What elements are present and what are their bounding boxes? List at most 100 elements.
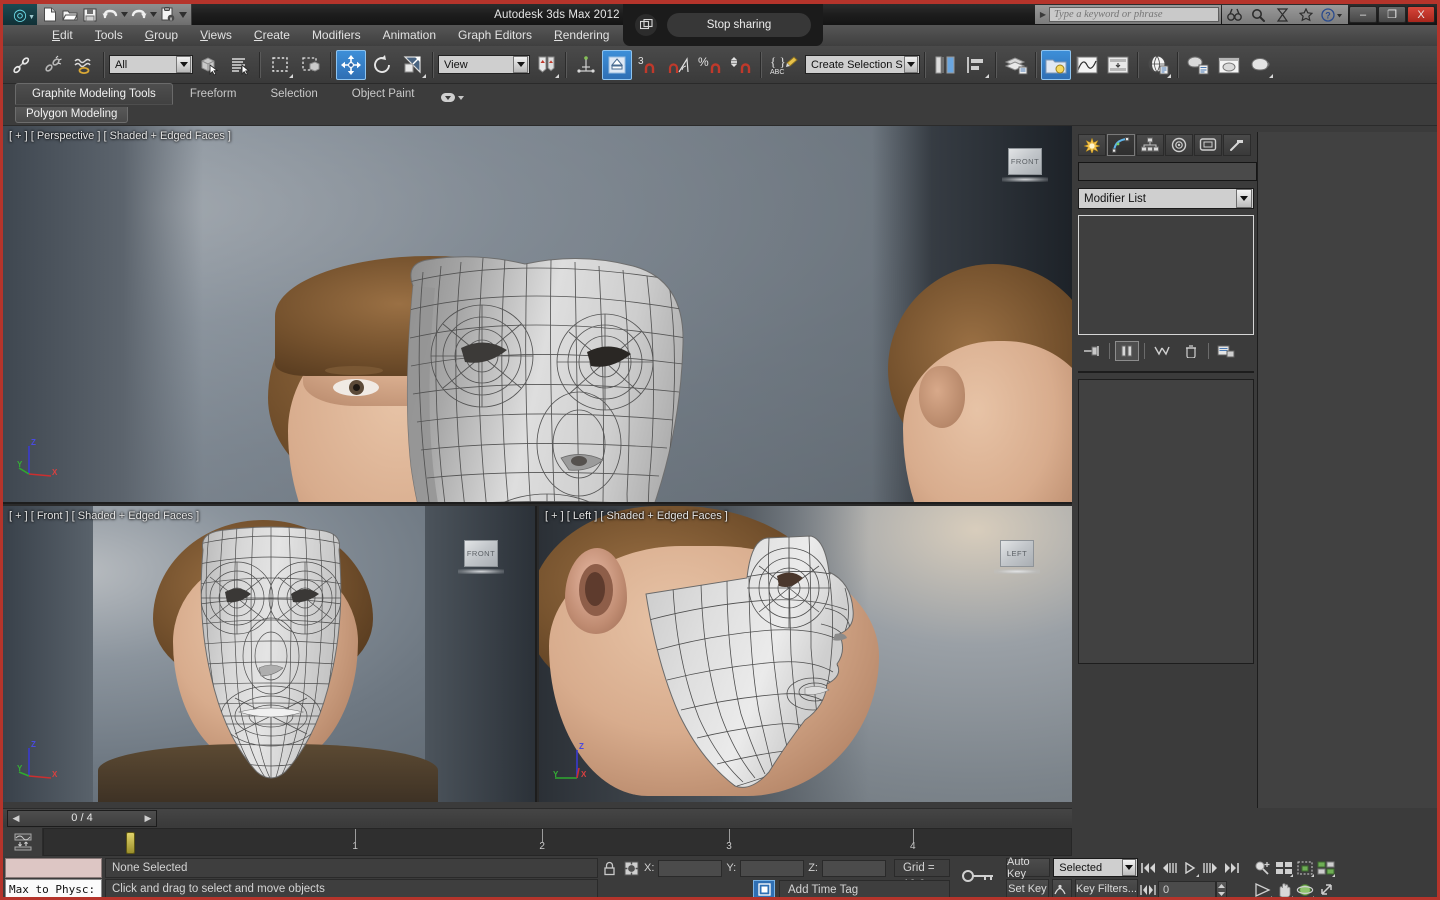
render-production-button[interactable]	[1245, 50, 1275, 80]
qat-customize[interactable]	[178, 6, 188, 24]
angle-snap-2-button[interactable]	[664, 50, 694, 80]
y-coordinate-input[interactable]	[740, 859, 805, 877]
viewport-label-front[interactable]: [ + ] [ Front ] [ Shaded + Edged Faces ]	[9, 510, 199, 522]
menu-graph-editors[interactable]: Graph Editors	[447, 25, 543, 46]
maximize-button[interactable]: ❐	[1378, 6, 1406, 23]
reference-coordinate-system-combo[interactable]: View	[438, 55, 530, 74]
viewcube-left[interactable]: LEFT	[994, 540, 1040, 580]
rectangular-selection-region-button[interactable]	[265, 50, 295, 80]
key-mode-icon[interactable]	[961, 868, 995, 889]
viewcube-face-label[interactable]: LEFT	[1000, 540, 1034, 567]
viewcube-face-label[interactable]: FRONT	[464, 540, 498, 567]
next-frame-button[interactable]	[1201, 858, 1221, 878]
menu-animation[interactable]: Animation	[372, 25, 447, 46]
pan-view-button[interactable]	[1274, 880, 1294, 897]
select-and-scale-button[interactable]	[398, 50, 428, 80]
named-selection-sets-combo[interactable]: Create Selection Se	[805, 55, 920, 74]
tab-graphite-modeling-tools[interactable]: Graphite Modeling Tools	[15, 83, 173, 105]
time-slider-track[interactable]	[157, 810, 1072, 827]
key-mode-toggle-button[interactable]	[1138, 880, 1158, 897]
toggle-scene-explorer-button[interactable]	[1041, 49, 1071, 80]
chevron-right-icon[interactable]: ▶	[1037, 10, 1049, 19]
minimize-button[interactable]: –	[1349, 6, 1377, 23]
schematic-view-button[interactable]	[1103, 50, 1133, 80]
previous-frame-button[interactable]	[1159, 858, 1179, 878]
mirror-button[interactable]	[930, 50, 960, 80]
chevron-down-icon[interactable]	[1236, 189, 1252, 208]
modifier-stack-list[interactable]	[1078, 215, 1254, 335]
chevron-down-icon[interactable]	[903, 56, 918, 73]
auto-key-button[interactable]: Auto Key	[1006, 856, 1051, 880]
pin-stack-button[interactable]	[1080, 341, 1104, 361]
selection-filter-combo[interactable]: All	[109, 55, 193, 74]
tab-object-paint[interactable]: Object Paint	[335, 83, 432, 105]
set-key-arc-icon[interactable]	[1051, 879, 1072, 897]
magnifier-icon[interactable]	[1246, 5, 1270, 24]
display-tab[interactable]	[1194, 134, 1222, 156]
menu-modifiers[interactable]: Modifiers	[301, 25, 372, 46]
key-filter-set-combo[interactable]: Selected	[1053, 858, 1138, 877]
set-key-button[interactable]: Set Key	[1006, 879, 1049, 897]
zoom-all-button[interactable]	[1274, 858, 1294, 878]
select-and-manipulate-button[interactable]	[571, 50, 601, 80]
tab-freeform[interactable]: Freeform	[173, 83, 254, 105]
viewcube-face-label[interactable]: FRONT	[1008, 148, 1042, 175]
percent-snap-toggle-button[interactable]: %	[695, 50, 725, 80]
close-button[interactable]: X	[1407, 6, 1435, 23]
select-object-button[interactable]	[194, 50, 224, 80]
rollout-container[interactable]	[1078, 379, 1254, 664]
absolute-relative-icon[interactable]	[622, 859, 640, 877]
orbit-button[interactable]	[1295, 880, 1315, 897]
viewport-perspective[interactable]: [ + ] [ Perspective ] [ Shaded + Edged F…	[3, 126, 1072, 504]
search-input[interactable]	[1049, 7, 1219, 22]
binoculars-icon[interactable]	[1222, 5, 1246, 24]
motion-tab[interactable]	[1165, 134, 1193, 156]
viewport-label-left[interactable]: [ + ] [ Left ] [ Shaded + Edged Faces ]	[545, 510, 728, 522]
chevron-down-icon[interactable]	[176, 56, 191, 73]
configure-modifier-sets-button[interactable]	[1214, 341, 1238, 361]
viewcube-front[interactable]: FRONT	[458, 540, 504, 580]
play-animation-button[interactable]	[1180, 858, 1200, 878]
menu-views[interactable]: Views	[189, 25, 243, 46]
utilities-tab[interactable]	[1223, 134, 1251, 156]
use-pivot-point-center-button[interactable]	[531, 50, 561, 80]
head-mesh-object-left[interactable]	[639, 524, 899, 796]
show-end-result-button[interactable]	[1115, 341, 1139, 361]
save-file-button[interactable]	[80, 6, 99, 24]
modify-tab[interactable]	[1107, 134, 1135, 156]
redo-button[interactable]	[129, 6, 148, 24]
layer-manager-button[interactable]	[1001, 50, 1031, 80]
zoom-extents-all-button[interactable]	[1316, 858, 1336, 878]
open-mini-curve-editor-button[interactable]	[3, 828, 43, 856]
menu-create[interactable]: Create	[243, 25, 301, 46]
select-by-name-button[interactable]	[225, 50, 255, 80]
frame-spinner[interactable]	[1216, 881, 1227, 897]
material-editor-button[interactable]	[1143, 50, 1173, 80]
menu-tools[interactable]: Tools	[84, 25, 134, 46]
go-to-start-button[interactable]	[1138, 858, 1158, 878]
undo-button[interactable]	[100, 6, 119, 24]
current-frame-input[interactable]	[1158, 881, 1216, 897]
make-unique-button[interactable]	[1150, 341, 1174, 361]
project-folder-button[interactable]: x	[158, 6, 177, 24]
tab-selection[interactable]: Selection	[253, 83, 334, 105]
time-tag-icon[interactable]	[753, 880, 775, 897]
keyframe-marker[interactable]	[126, 832, 136, 854]
menu-rendering[interactable]: Rendering	[543, 25, 620, 46]
chevron-down-icon[interactable]	[1122, 859, 1136, 876]
viewport-label-perspective[interactable]: [ + ] [ Perspective ] [ Shaded + Edged F…	[9, 130, 231, 142]
edit-named-selection-sets-button[interactable]: { } ABC	[766, 50, 800, 80]
modifier-list-combo[interactable]: Modifier List	[1078, 188, 1254, 209]
bind-to-space-warp-button[interactable]	[69, 50, 99, 80]
head-mesh-object-front[interactable]	[181, 526, 361, 784]
x-coordinate-input[interactable]	[658, 859, 723, 877]
maximize-viewport-icon[interactable]	[1316, 880, 1336, 897]
head-mesh-object[interactable]	[365, 252, 695, 502]
viewport-front[interactable]: [ + ] [ Front ] [ Shaded + Edged Faces ]…	[3, 506, 537, 802]
spinner-snap-toggle-button[interactable]	[726, 50, 756, 80]
track-bar-track[interactable]: 1 2 3 4	[43, 828, 1072, 856]
unlink-selection-button[interactable]	[38, 50, 68, 80]
remove-modifier-button[interactable]	[1179, 341, 1203, 361]
hierarchy-tab[interactable]	[1136, 134, 1164, 156]
menu-group[interactable]: Group	[134, 25, 189, 46]
